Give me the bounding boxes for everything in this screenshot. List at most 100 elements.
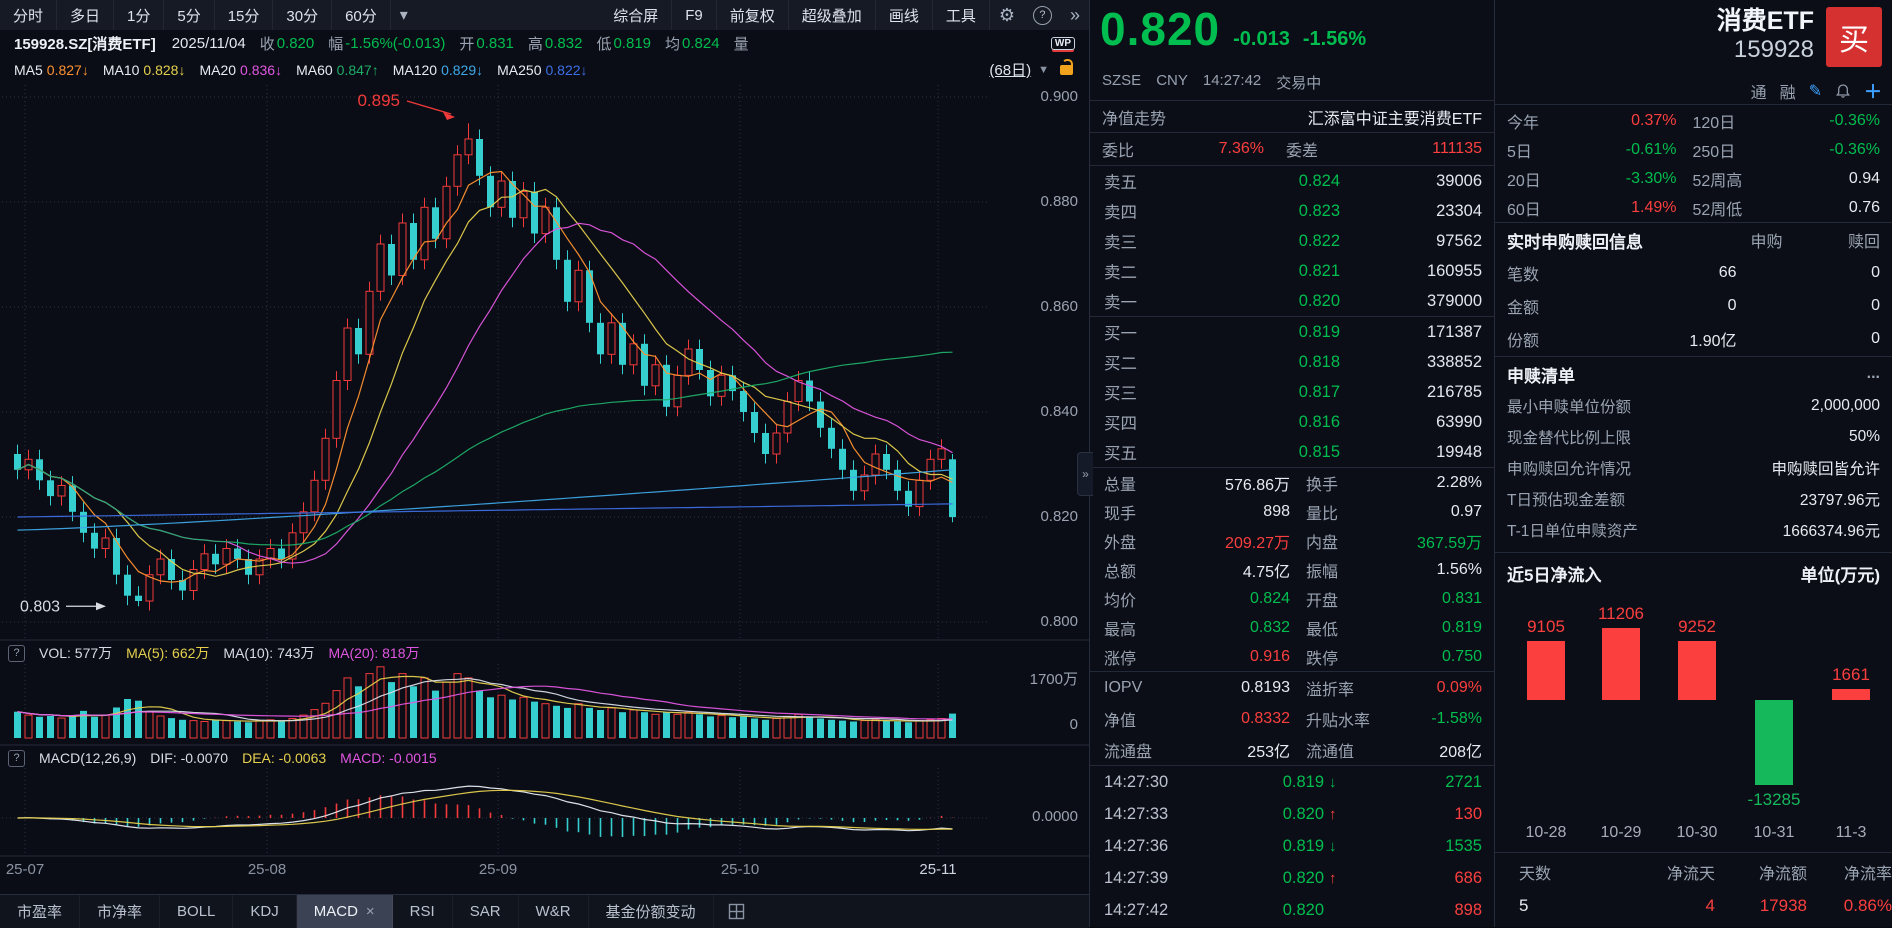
tool-button-综合屏[interactable]: 综合屏: [600, 0, 672, 30]
tab-市净率[interactable]: 市净率: [80, 895, 160, 928]
ma-label: MA20: [199, 62, 236, 78]
period-tab-分时[interactable]: 分时: [0, 0, 57, 30]
period-tab-1分[interactable]: 1分: [114, 0, 164, 30]
more-icon[interactable]: »: [1061, 5, 1089, 26]
tick-direction-icon: ↓: [1324, 774, 1355, 791]
tab-KDJ[interactable]: KDJ: [233, 895, 296, 928]
ma-item-MA20: MA200.836↓: [199, 62, 282, 78]
tab-市盈率[interactable]: 市盈率: [0, 895, 80, 928]
tool-buttons: 综合屏F9前复权超级叠加画线工具: [600, 0, 990, 30]
ask-row[interactable]: 卖二0.821160955: [1090, 256, 1494, 286]
ask-row[interactable]: 卖五0.82439006: [1090, 166, 1494, 196]
chevron-down-icon[interactable]: ▼: [1038, 64, 1049, 76]
bid-row[interactable]: 买三0.817216785: [1090, 377, 1494, 407]
level-volume: 379000: [1340, 292, 1494, 311]
field-value: -1.56%(-0.013): [345, 35, 445, 52]
quote-time: 14:27:42: [1203, 72, 1261, 93]
stat-label: 最高: [1090, 616, 1178, 640]
stat-label: 内盘: [1290, 529, 1392, 553]
help-icon[interactable]: ?: [8, 750, 25, 767]
tool-button-前复权[interactable]: 前复权: [717, 0, 789, 30]
tool-button-超级叠加[interactable]: 超级叠加: [789, 0, 876, 30]
tab-BOLL[interactable]: BOLL: [160, 895, 233, 928]
bid-row[interactable]: 买五0.81519948: [1090, 437, 1494, 467]
tab-SAR[interactable]: SAR: [453, 895, 519, 928]
period-selector[interactable]: (68日) ▼: [989, 59, 1073, 80]
stat-label: 流通盘: [1090, 738, 1178, 762]
help-icon[interactable]: ?: [8, 645, 25, 662]
period-tab-5分[interactable]: 5分: [164, 0, 214, 30]
stat-row: 最高0.832最低0.819: [1090, 613, 1494, 642]
ma-label: MA120: [393, 62, 437, 78]
ask-row[interactable]: 卖一0.820379000: [1090, 286, 1494, 316]
add-icon[interactable]: ＋: [1864, 78, 1882, 104]
tab-MACD[interactable]: MACD×: [297, 895, 393, 928]
subscribe-row: 份额1.90亿0: [1495, 322, 1892, 355]
flow-date-label: 11-3: [1811, 824, 1891, 842]
grid-layout-icon[interactable]: [728, 903, 745, 920]
ma-value: 0.822↓: [545, 62, 587, 78]
info-panel: 消费ETF 159928 买 通 融 ✎ ＋ 今年0.37%120日-0.36%…: [1495, 0, 1892, 927]
ask-row[interactable]: 卖三0.82297562: [1090, 226, 1494, 256]
nav-trend-link[interactable]: 净值走势: [1102, 105, 1166, 129]
tab-基金份额变动[interactable]: 基金份额变动: [589, 895, 714, 928]
wp-icon[interactable]: WP: [1051, 37, 1075, 50]
fund-flow-header: 近5日净流入 单位(万元): [1495, 558, 1892, 588]
period-tab-15分[interactable]: 15分: [215, 0, 274, 30]
level-label: 卖五: [1090, 169, 1190, 193]
nav-row[interactable]: 净值走势 汇添富中证主要消费ETF: [1090, 101, 1494, 132]
tick-row[interactable]: 14:27:390.820↑686: [1090, 862, 1494, 894]
main-chart[interactable]: 0.8950.803: [0, 0, 1089, 927]
instrument-name: 消费ETF: [1717, 6, 1814, 36]
bid-row[interactable]: 买二0.818338852: [1090, 347, 1494, 377]
tick-price: 0.820: [1222, 869, 1324, 888]
bid-row[interactable]: 买一0.819171387: [1090, 317, 1494, 347]
collapse-panel-handle[interactable]: »: [1077, 452, 1093, 496]
macd-legend: ? MACD(12,26,9) DIF: -0.0070 DEA: -0.006…: [0, 747, 1093, 769]
tool-button-F9[interactable]: F9: [672, 0, 717, 30]
edit-icon[interactable]: ✎: [1809, 81, 1822, 101]
more-ellipsis[interactable]: ...: [1867, 365, 1880, 383]
perf-value: -3.30%: [1573, 170, 1677, 188]
redeem-row: 现金替代比例上限50%: [1495, 421, 1892, 452]
redeem-value: 申购赎回皆允许: [1771, 457, 1880, 479]
flow-summary-headers: 天数净流天净流额净流率: [1495, 858, 1892, 886]
redeem-label: 现金替代比例上限: [1507, 426, 1631, 448]
period-tab-60分[interactable]: 60分: [332, 0, 391, 30]
period-dropdown-icon[interactable]: ▾: [391, 5, 417, 25]
tick-time: 14:27:30: [1090, 773, 1222, 792]
level-volume: 19948: [1340, 443, 1494, 462]
macd-axis-label: 0.0000: [998, 808, 1078, 825]
level-volume: 338852: [1340, 353, 1494, 372]
subscribe-table: 笔数660金额00份额1.90亿0: [1495, 256, 1892, 355]
stat-value: 0.916: [1178, 648, 1290, 666]
tick-time: 14:27:36: [1090, 837, 1222, 856]
tool-button-工具[interactable]: 工具: [933, 0, 990, 30]
subscribe-value: 0: [1737, 264, 1881, 282]
tool-button-画线[interactable]: 画线: [876, 0, 933, 30]
period-tab-30分[interactable]: 30分: [273, 0, 332, 30]
fund-flow-chart[interactable]: 910510-281120610-29925210-30-1328510-311…: [1495, 588, 1892, 848]
stat-row: IOPV0.8193溢折率0.09%: [1090, 672, 1494, 703]
tab-RSI[interactable]: RSI: [393, 895, 453, 928]
bid-row[interactable]: 买四0.81663990: [1090, 407, 1494, 437]
tab-W&R[interactable]: W&R: [519, 895, 589, 928]
period-label[interactable]: (68日): [989, 59, 1031, 80]
gear-icon[interactable]: ⚙: [990, 5, 1024, 26]
ask-row[interactable]: 卖四0.82323304: [1090, 196, 1494, 226]
field-label: 量: [734, 33, 749, 54]
buy-button[interactable]: 买: [1826, 7, 1882, 67]
level-label: 卖四: [1090, 199, 1190, 223]
tick-row[interactable]: 14:27:420.820898: [1090, 894, 1494, 926]
level-price: 0.821: [1190, 262, 1340, 281]
tick-row[interactable]: 14:27:300.819↓2721: [1090, 766, 1494, 798]
tab-close-icon[interactable]: ×: [366, 903, 375, 920]
stat-value: 0.750: [1392, 648, 1482, 666]
tick-time: 14:27:39: [1090, 869, 1222, 888]
tick-row[interactable]: 14:27:330.820↑130: [1090, 798, 1494, 830]
bell-icon[interactable]: [1835, 83, 1851, 99]
period-tab-多日[interactable]: 多日: [57, 0, 114, 30]
help-icon[interactable]: ?: [1033, 6, 1052, 25]
unlock-icon[interactable]: [1060, 65, 1073, 75]
tick-row[interactable]: 14:27:360.819↓1535: [1090, 830, 1494, 862]
